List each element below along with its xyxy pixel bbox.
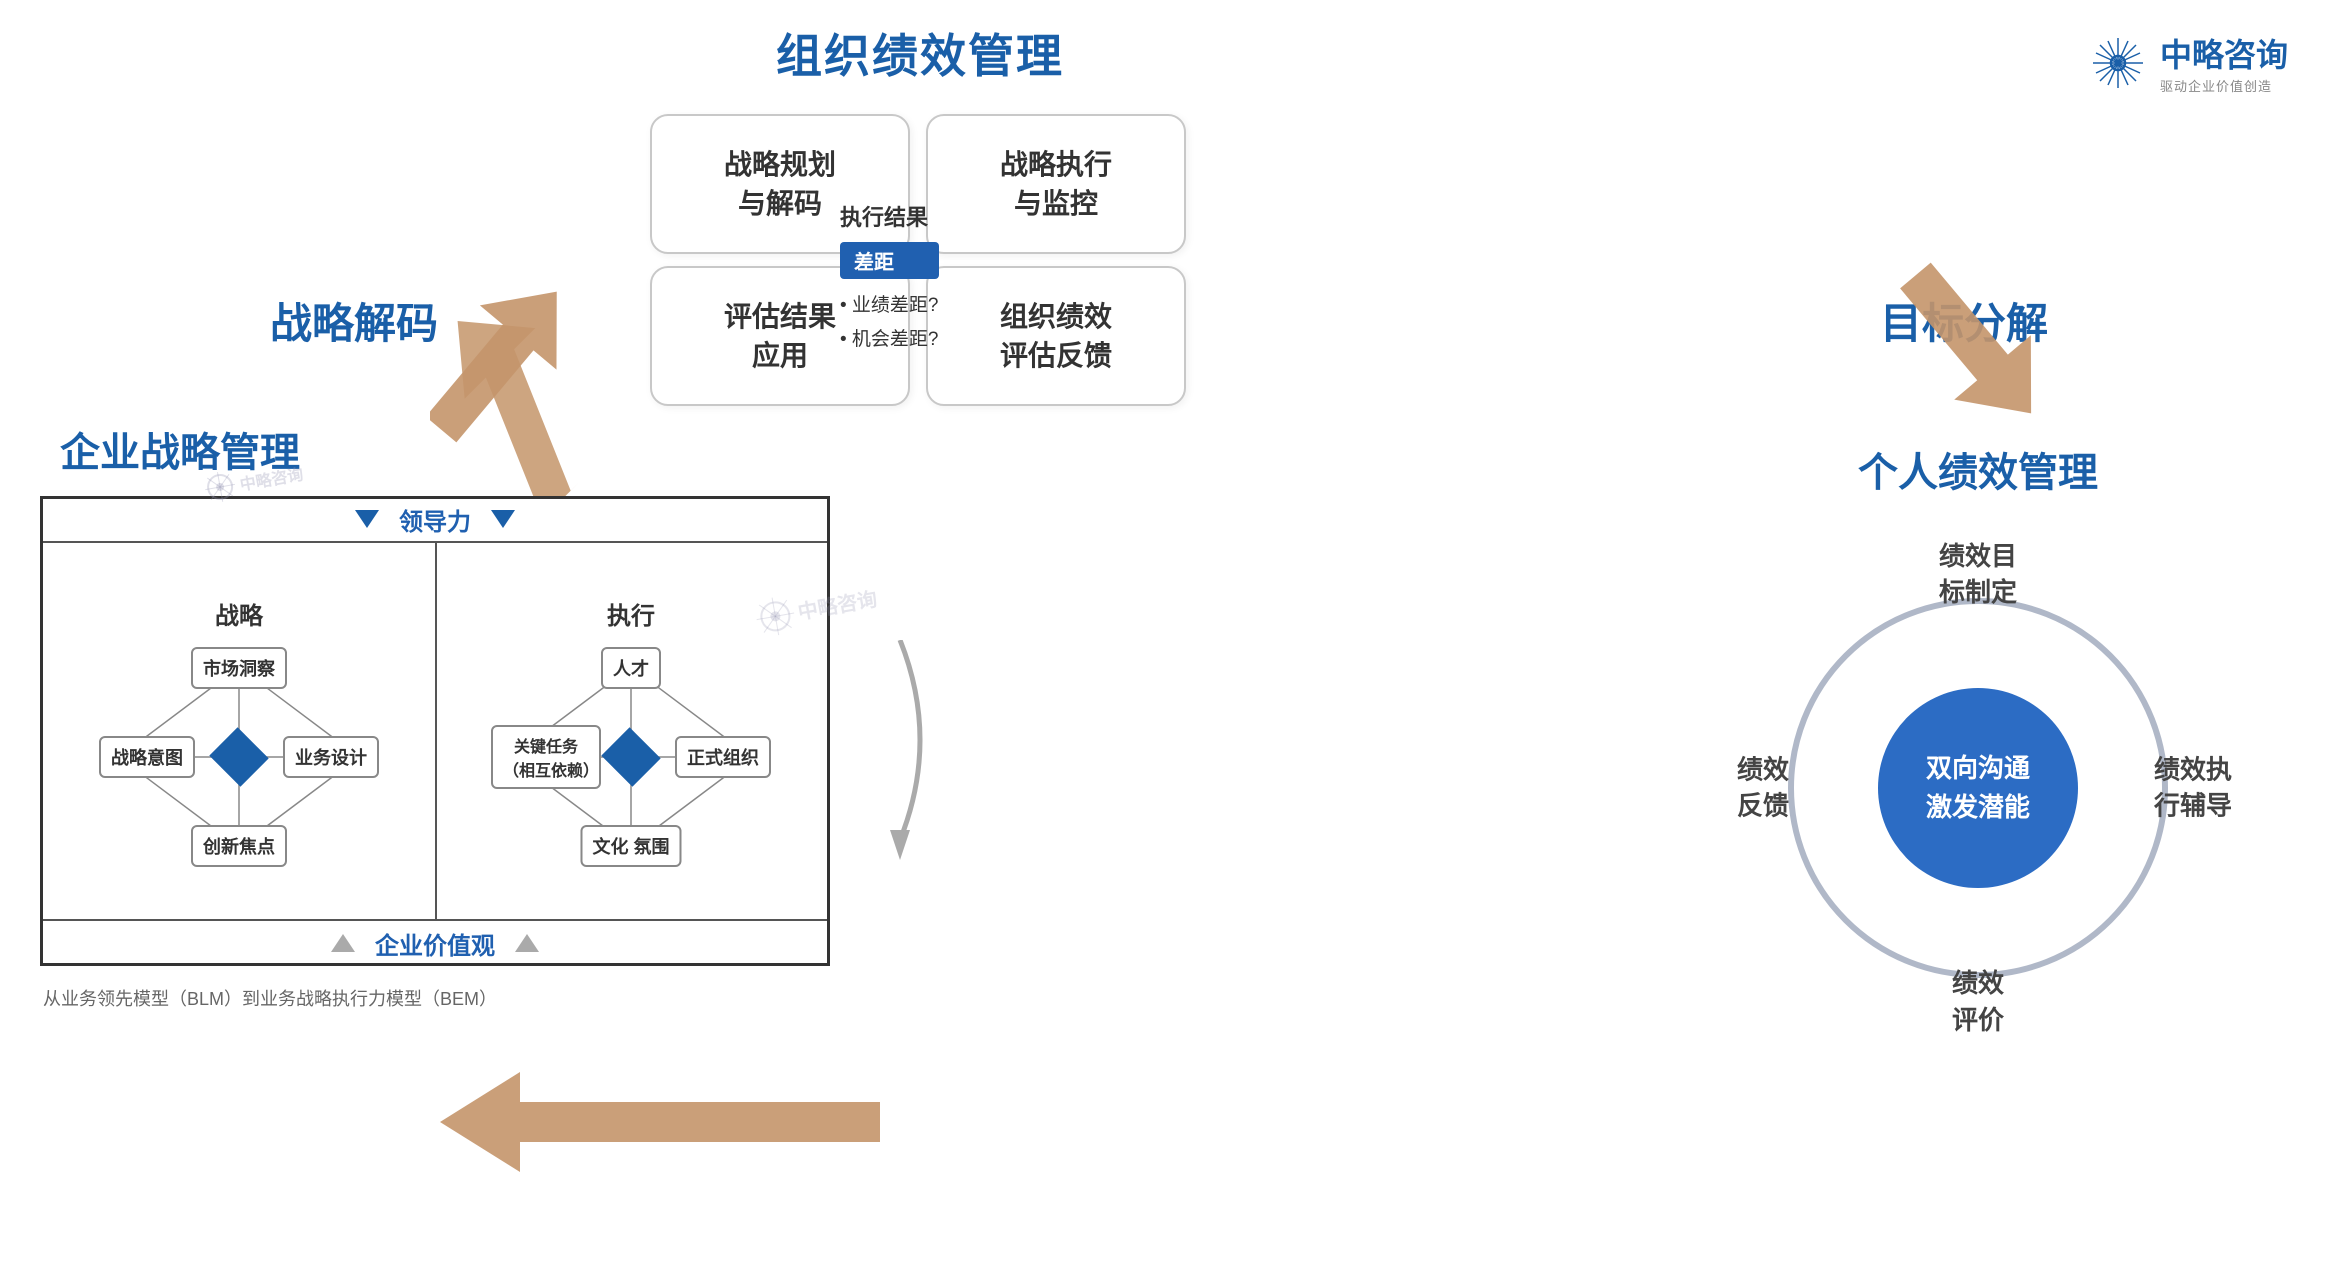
grid-cell-org-feedback: 组织绩效评估反馈 (926, 266, 1186, 406)
strat-node-bottom: 创新焦点 (191, 825, 287, 867)
circle-diagram: 双向沟通激发潜能 绩效目标制定 绩效执行辅导 绩效评价 绩效反馈 (1718, 528, 2238, 1048)
exec-node-bottom: 文化 氛围 (580, 825, 681, 867)
exec-node-right: 正式组织 (675, 736, 771, 778)
blm-left-panel: 战略 市场洞察 战略意图 业务设计 创新焦点 (43, 543, 435, 919)
exec-result-arrow (840, 640, 960, 860)
grid-cell-strategy-exec: 战略执行与监控 (926, 114, 1186, 254)
circle-item-top: 绩效目标制定 (1923, 538, 2033, 611)
exec-node-top: 人才 (601, 647, 661, 689)
values-arrow-up-2 (515, 934, 539, 952)
leadership-arrow-down-1 (355, 510, 379, 528)
blm-subtitle: 从业务领先模型（BLM）到业务战略执行力模型（BEM） (43, 985, 497, 1011)
exec-diamond: 人才 关键任务（相互依赖） 正式组织 文化 氛围 (491, 647, 771, 867)
logo-area: 中略咨询 驱动企业价值创造 (2088, 30, 2288, 95)
exec-result: 执行结果 差距 • 业绩差距?• 机会差距? (840, 200, 939, 357)
strategy-diamond: 市场洞察 战略意图 业务设计 创新焦点 (99, 647, 379, 867)
blm-values: 企业价值观 (43, 919, 827, 965)
bottom-brown-arrow (440, 1072, 880, 1172)
personal-perf-section: 个人绩效管理 双向沟通激发潜能 绩效目标制定 绩效执行辅导 绩效评价 绩效反馈 (1668, 440, 2288, 1048)
circle-item-left: 绩效反馈 (1708, 752, 1818, 825)
strat-node-right: 业务设计 (283, 736, 379, 778)
blm-right-panel: 执行 人才 关键任务（相互依赖） 正式组织 文化 氛围 (435, 543, 827, 919)
exec-gap-badge: 差距 (840, 242, 939, 279)
blm-leadership: 领导力 (43, 497, 827, 543)
blm-right-title: 执行 (607, 596, 655, 631)
blm-left-title: 战略 (215, 596, 263, 631)
enterprise-strategy-title: 企业战略管理 (60, 420, 840, 478)
strat-node-top: 市场洞察 (191, 647, 287, 689)
values-arrow-up-1 (331, 934, 355, 952)
leadership-arrow-down-2 (491, 510, 515, 528)
exec-node-left: 关键任务（相互依赖） (491, 725, 601, 789)
decompose-arrow-svg (1868, 250, 2048, 450)
circle-item-right: 绩效执行辅导 (2138, 752, 2248, 825)
exec-bullets: • 业绩差距?• 机会差距? (840, 289, 939, 357)
logo-sub-text: 驱动企业价值创造 (2160, 76, 2288, 95)
zhonglue-logo-icon (2088, 33, 2148, 93)
strat-node-left: 战略意图 (99, 736, 195, 778)
circle-item-bottom: 绩效评价 (1923, 965, 2033, 1038)
blm-box: 领导力 企业价值观 战略 (40, 496, 830, 966)
circle-center: 双向沟通激发潜能 (1878, 688, 2078, 888)
org-perf-title: 组织绩效管理 (776, 20, 1064, 86)
logo-main-text: 中略咨询 (2160, 30, 2288, 76)
enterprise-strategy-section: 企业战略管理 领导力 企业价值观 战略 (40, 420, 840, 966)
personal-perf-title: 个人绩效管理 (1858, 440, 2098, 498)
logo-text-block: 中略咨询 驱动企业价值创造 (2160, 30, 2288, 95)
exec-result-title: 执行结果 (840, 200, 939, 232)
